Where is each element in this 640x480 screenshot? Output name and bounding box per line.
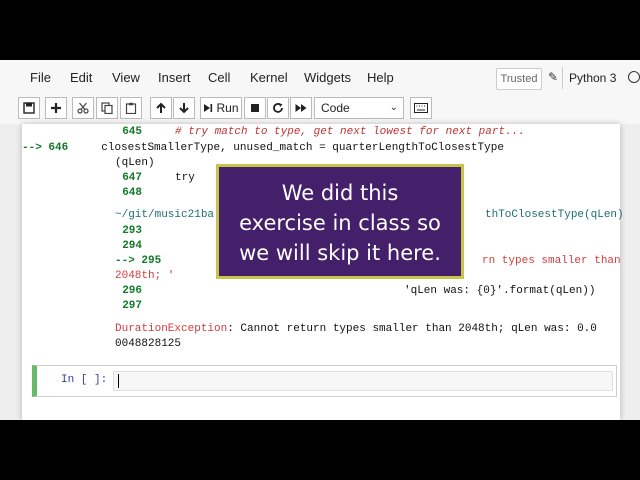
caption-line: We did this bbox=[281, 181, 399, 205]
traceback-line: 647 try bbox=[122, 172, 195, 184]
restart-button[interactable] bbox=[267, 97, 289, 119]
command-palette-button[interactable] bbox=[410, 97, 432, 119]
plus-icon bbox=[51, 103, 61, 113]
traceback-line: 645 # try match to type, get next lowest… bbox=[122, 126, 525, 138]
interrupt-button[interactable] bbox=[244, 97, 266, 119]
error-message: DurationException: Cannot return types s… bbox=[115, 323, 597, 335]
caption-line: exercise in class so bbox=[239, 211, 441, 235]
traceback-file-path: ~/git/music21ba bbox=[115, 209, 215, 221]
fast-forward-icon bbox=[295, 104, 307, 112]
copy-icon bbox=[101, 102, 113, 114]
paste-icon bbox=[125, 102, 137, 114]
traceback-line: 648 bbox=[122, 187, 142, 199]
caption-line: we will skip it here. bbox=[239, 241, 441, 265]
traceback-line: 294 bbox=[122, 240, 142, 252]
traceback-line: 2048th; ' bbox=[115, 270, 175, 282]
menu-file[interactable]: File bbox=[30, 70, 51, 85]
menu-bar: File Edit View Insert Cell Kernel Widget… bbox=[0, 60, 640, 94]
menu-insert[interactable]: Insert bbox=[158, 70, 191, 85]
toolbar: Run Code ⌄ bbox=[0, 94, 640, 125]
save-icon bbox=[23, 102, 35, 114]
restart-icon bbox=[273, 103, 283, 113]
copy-button[interactable] bbox=[96, 97, 118, 119]
kernel-status-icon bbox=[628, 71, 640, 83]
move-up-button[interactable] bbox=[150, 97, 172, 119]
traceback-line: 293 bbox=[122, 225, 142, 237]
restart-run-all-button[interactable] bbox=[290, 97, 312, 119]
chevron-down-icon: ⌄ bbox=[389, 102, 398, 113]
kernel-name: Python 3 bbox=[562, 67, 636, 89]
text-cursor bbox=[118, 374, 119, 388]
traceback-line: (qLen) bbox=[115, 157, 155, 169]
traceback-line: thToClosestType(qLen) bbox=[485, 209, 624, 221]
scissors-icon bbox=[77, 102, 89, 114]
cut-button[interactable] bbox=[72, 97, 94, 119]
traceback-line: --> 295 bbox=[115, 255, 162, 267]
run-button[interactable]: Run bbox=[200, 97, 242, 119]
error-message-cont: 0048828125 bbox=[115, 338, 182, 350]
traceback-line: rn types smaller than bbox=[482, 255, 621, 267]
stop-icon bbox=[251, 104, 259, 112]
keyboard-icon bbox=[414, 103, 428, 113]
menu-help[interactable]: Help bbox=[367, 70, 394, 85]
menu-view[interactable]: View bbox=[112, 70, 140, 85]
run-label: Run bbox=[216, 101, 239, 115]
save-button[interactable] bbox=[18, 97, 40, 119]
arrow-down-icon bbox=[179, 103, 189, 114]
menu-widgets[interactable]: Widgets bbox=[304, 70, 351, 85]
traceback-line: 296 bbox=[122, 285, 142, 297]
pencil-icon[interactable]: ✎ bbox=[548, 70, 558, 84]
code-input-cell[interactable]: In [ ]: bbox=[32, 365, 617, 397]
menu-cell[interactable]: Cell bbox=[208, 70, 230, 85]
traceback-line: --> 646 closestSmallerType, unused_match… bbox=[22, 142, 504, 154]
caption-overlay: We did this exercise in class so we will… bbox=[216, 164, 464, 279]
trusted-indicator[interactable]: Trusted bbox=[496, 68, 542, 90]
move-down-button[interactable] bbox=[173, 97, 195, 119]
arrow-up-icon bbox=[156, 102, 166, 113]
menu-edit[interactable]: Edit bbox=[70, 70, 92, 85]
cell-type-value: Code bbox=[321, 101, 350, 115]
traceback-line: 297 bbox=[122, 300, 142, 312]
code-editor[interactable] bbox=[113, 371, 613, 391]
paste-button[interactable] bbox=[120, 97, 142, 119]
input-prompt: In [ ]: bbox=[61, 374, 108, 386]
cell-type-select[interactable]: Code ⌄ bbox=[314, 97, 404, 119]
traceback-line: 'qLen was: {0}'.format(qLen)) bbox=[404, 285, 596, 297]
step-forward-icon bbox=[204, 104, 213, 112]
menu-kernel[interactable]: Kernel bbox=[250, 70, 288, 85]
add-cell-button[interactable] bbox=[45, 97, 67, 119]
